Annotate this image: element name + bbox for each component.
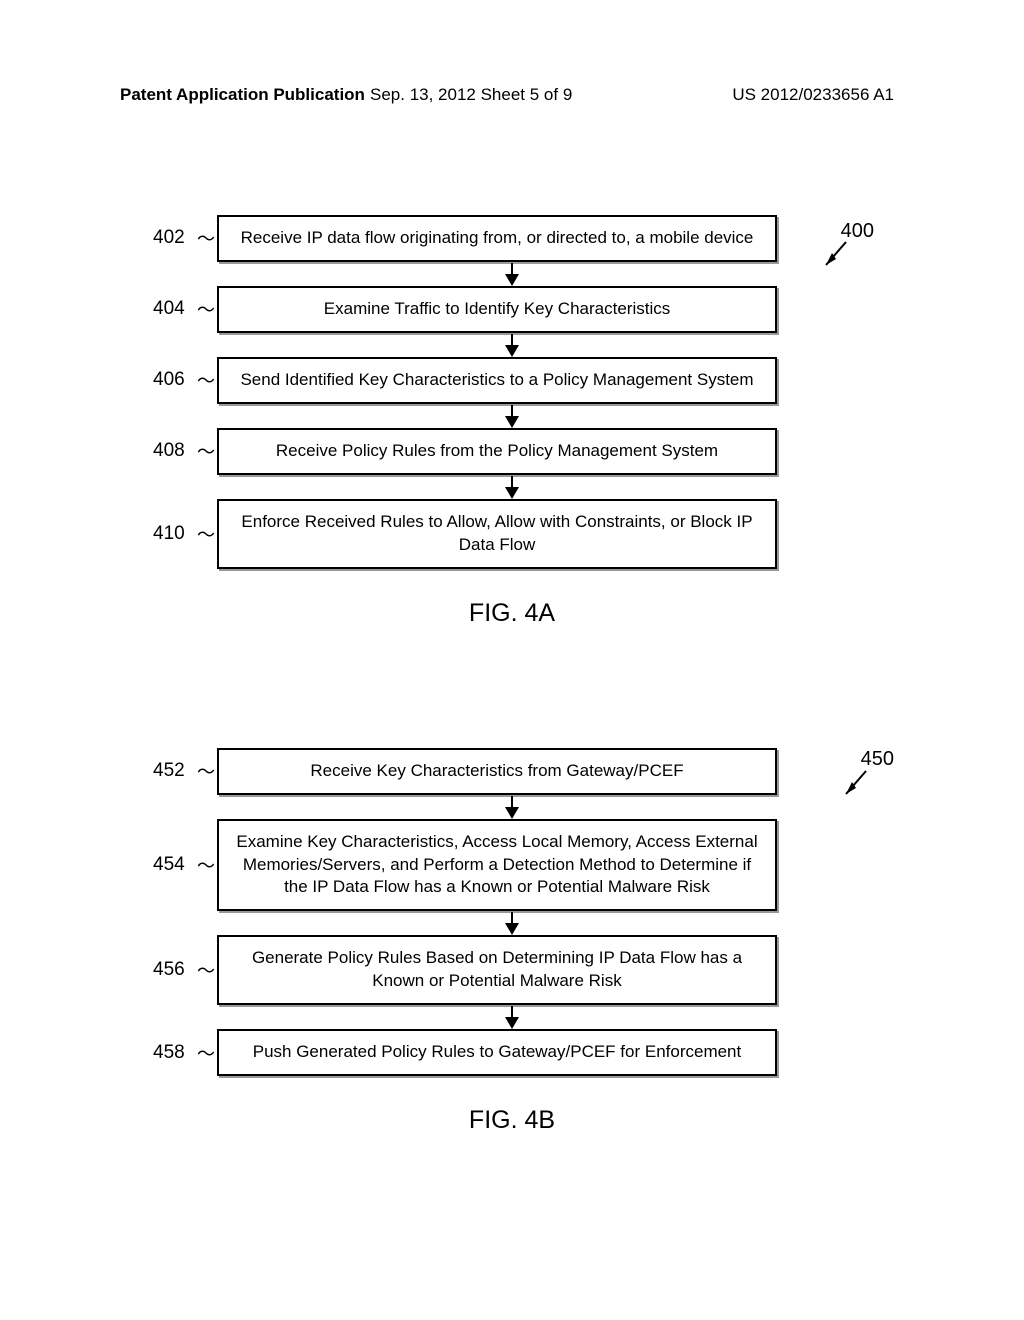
step-number: 402 — [153, 227, 185, 249]
arrow-down-icon — [217, 404, 807, 428]
step-box: Examine Key Characteristics, Access Loca… — [217, 819, 777, 912]
publication-label: Patent Application Publication — [120, 85, 365, 105]
diagram-area: 400 402 〜 Receive IP data flow originati… — [0, 150, 1024, 1320]
leader-line-icon: 〜 — [197, 521, 215, 547]
step-number: 404 — [153, 298, 185, 320]
step-number: 452 — [153, 760, 185, 782]
step-number: 454 — [153, 854, 185, 876]
leader-line-icon: 〜 — [197, 225, 215, 251]
step-454: 454 〜 Examine Key Characteristics, Acces… — [217, 819, 807, 912]
step-404: 404 〜 Examine Traffic to Identify Key Ch… — [217, 286, 807, 333]
step-408: 408 〜 Receive Policy Rules from the Poli… — [217, 428, 807, 475]
arrow-down-icon — [217, 262, 807, 286]
page-header: Patent Application Publication Sep. 13, … — [0, 85, 1024, 105]
ref-arrow-icon — [814, 237, 854, 277]
step-number: 410 — [153, 523, 185, 545]
step-box: Receive Policy Rules from the Policy Man… — [217, 428, 777, 475]
step-box: Push Generated Policy Rules to Gateway/P… — [217, 1029, 777, 1076]
publication-number: US 2012/0233656 A1 — [732, 85, 894, 105]
arrow-down-icon — [217, 795, 807, 819]
figure-4a: 400 402 〜 Receive IP data flow originati… — [0, 215, 1024, 628]
leader-line-icon: 〜 — [197, 1040, 215, 1066]
step-box: Generate Policy Rules Based on Determini… — [217, 935, 777, 1005]
date-sheet-label: Sep. 13, 2012 Sheet 5 of 9 — [370, 85, 572, 105]
leader-line-icon: 〜 — [197, 758, 215, 784]
ref-arrow-icon — [834, 766, 874, 806]
figure-b-title: FIG. 4B — [0, 1106, 1024, 1135]
figure-a-flow: 402 〜 Receive IP data flow originating f… — [217, 215, 807, 569]
step-number: 406 — [153, 369, 185, 391]
arrow-down-icon — [217, 1005, 807, 1029]
figure-4b: 450 452 〜 Receive Key Characteristics fr… — [0, 748, 1024, 1136]
step-box: Send Identified Key Characteristics to a… — [217, 357, 777, 404]
step-456: 456 〜 Generate Policy Rules Based on Det… — [217, 935, 807, 1005]
arrow-down-icon — [217, 333, 807, 357]
step-box: Receive IP data flow originating from, o… — [217, 215, 777, 262]
step-box: Receive Key Characteristics from Gateway… — [217, 748, 777, 795]
figure-b-flow: 452 〜 Receive Key Characteristics from G… — [217, 748, 807, 1077]
step-number: 458 — [153, 1042, 185, 1064]
step-458: 458 〜 Push Generated Policy Rules to Gat… — [217, 1029, 807, 1076]
figure-a-title: FIG. 4A — [0, 599, 1024, 628]
leader-line-icon: 〜 — [197, 852, 215, 878]
leader-line-icon: 〜 — [197, 957, 215, 983]
step-box: Enforce Received Rules to Allow, Allow w… — [217, 499, 777, 569]
step-number: 456 — [153, 959, 185, 981]
leader-line-icon: 〜 — [197, 438, 215, 464]
step-box: Examine Traffic to Identify Key Characte… — [217, 286, 777, 333]
step-number: 408 — [153, 440, 185, 462]
leader-line-icon: 〜 — [197, 367, 215, 393]
arrow-down-icon — [217, 475, 807, 499]
step-402: 402 〜 Receive IP data flow originating f… — [217, 215, 807, 262]
step-452: 452 〜 Receive Key Characteristics from G… — [217, 748, 807, 795]
step-406: 406 〜 Send Identified Key Characteristic… — [217, 357, 807, 404]
leader-line-icon: 〜 — [197, 296, 215, 322]
arrow-down-icon — [217, 911, 807, 935]
step-410: 410 〜 Enforce Received Rules to Allow, A… — [217, 499, 807, 569]
